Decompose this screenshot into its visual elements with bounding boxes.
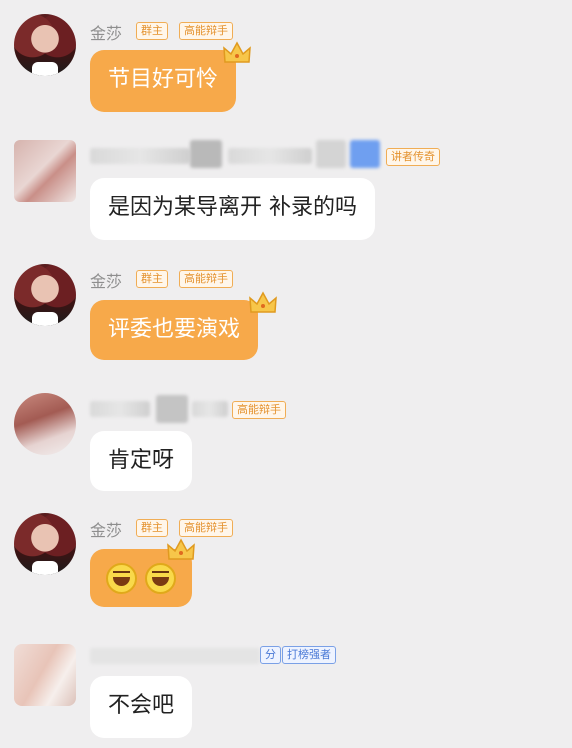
avatar[interactable]	[14, 513, 76, 575]
avatar[interactable]	[14, 140, 76, 202]
chat-message: 高能辩手 肯定呀	[0, 375, 572, 505]
message-text: 是因为某导离开 补录的吗	[108, 195, 357, 220]
avatar[interactable]	[14, 393, 76, 455]
avatar[interactable]	[14, 644, 76, 706]
group-owner-badge: 群主	[136, 519, 168, 537]
title-badge: 高能辩手	[179, 22, 233, 40]
title-badge: 高能辩手	[179, 270, 233, 288]
message-text: 肯定呀	[108, 448, 175, 473]
message-bubble[interactable]: 是因为某导离开 补录的吗	[90, 178, 375, 240]
sender-name-redacted	[156, 395, 188, 423]
chat-message: 金莎 群主 高能辩手 评委也要演戏	[0, 250, 572, 375]
group-owner-badge: 群主	[136, 22, 168, 40]
message-bubble[interactable]: 不会吧	[90, 676, 193, 738]
avatar[interactable]	[14, 14, 76, 76]
crown-icon	[223, 41, 251, 63]
sender-name: 金莎	[90, 24, 123, 43]
title-badge: 打榜强者	[282, 646, 336, 664]
sender-name-redacted	[190, 140, 222, 168]
sender-name-redacted	[90, 648, 260, 664]
chat-message: 金莎 群主 高能辩手 节目好可怜	[0, 0, 572, 120]
message-bubble[interactable]: 肯定呀	[90, 431, 193, 491]
sender-name-redacted	[228, 148, 312, 164]
laughing-face-icon	[145, 563, 176, 594]
chat-message: 金莎 群主 高能辩手	[0, 505, 572, 630]
chat-message: 讲者传奇 是因为某导离开 补录的吗	[0, 120, 572, 250]
message-text: 不会吧	[108, 693, 175, 718]
laughing-face-icon	[106, 563, 137, 594]
message-text: 节目好可怜	[108, 67, 219, 92]
chat-message: 分 打榜强者 不会吧	[0, 630, 572, 748]
sender-name: 金莎	[90, 521, 123, 540]
sender-name-redacted	[350, 140, 380, 168]
level-badge: 分	[260, 646, 281, 664]
crown-icon	[167, 538, 195, 560]
avatar[interactable]	[14, 264, 76, 326]
sender-name: 金莎	[90, 272, 123, 291]
group-owner-badge: 群主	[136, 270, 168, 288]
title-badge: 高能辩手	[232, 401, 286, 419]
sender-name-redacted	[90, 401, 150, 417]
sender-name-redacted	[90, 148, 190, 164]
title-badge: 高能辩手	[179, 519, 233, 537]
title-badge: 讲者传奇	[386, 148, 440, 166]
message-bubble[interactable]: 节目好可怜	[90, 50, 237, 112]
crown-icon	[249, 291, 277, 313]
message-bubble[interactable]: 评委也要演戏	[90, 300, 259, 360]
message-text: 评委也要演戏	[108, 317, 241, 342]
sender-name-redacted	[192, 401, 228, 417]
sender-name-redacted	[316, 140, 346, 168]
